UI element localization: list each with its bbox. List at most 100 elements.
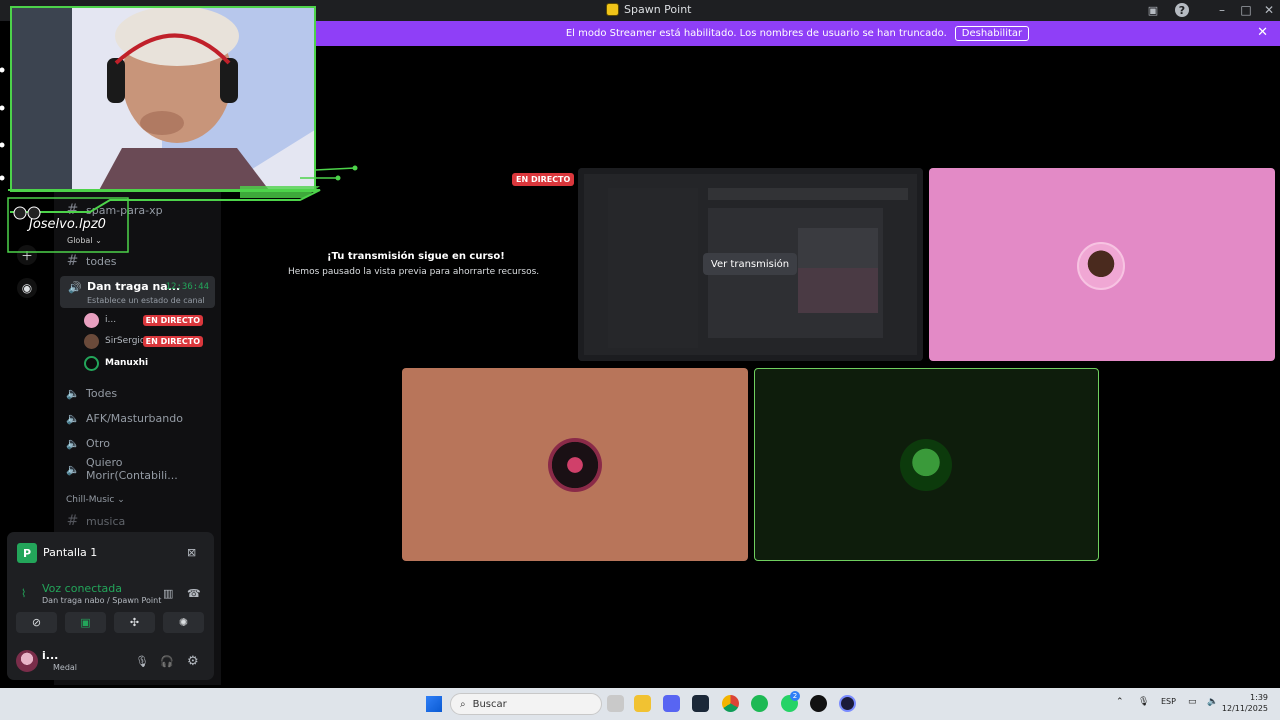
search-placeholder: Buscar: [472, 698, 507, 710]
avatar[interactable]: [16, 650, 38, 672]
taskbar: ⌕ Buscar 2 ⌃ 🎙 ESP ▭ 🔈 1:39 12/11/2025: [0, 688, 1280, 720]
camera-off-icon: ⊘: [31, 616, 42, 629]
system-clock[interactable]: 1:39 12/11/2025: [1222, 692, 1268, 714]
disconnect-icon[interactable]: ☎: [187, 587, 201, 600]
steam-icon[interactable]: [692, 695, 709, 712]
clock-time: 1:39: [1250, 693, 1268, 702]
live-badge: EN DIRECTO: [142, 314, 203, 326]
discover-icon[interactable]: ◉: [17, 278, 37, 298]
channel-label: Todes: [86, 386, 118, 400]
voice-channel-todes[interactable]: 🔈 Todes: [60, 381, 215, 405]
app-icon[interactable]: [839, 695, 856, 712]
live-badge: EN DIRECTO: [142, 335, 203, 347]
disable-streamer-button[interactable]: Deshabilitar: [954, 26, 1030, 41]
avatar: [84, 333, 99, 349]
paused-subtitle: Hemos pausado la vista previa para ahorr…: [288, 267, 540, 277]
task-view-icon[interactable]: [607, 695, 624, 712]
channel-label: Otro: [86, 436, 110, 450]
close-icon[interactable]: ✕: [1257, 25, 1268, 40]
participant-tile[interactable]: [929, 168, 1275, 361]
chevron-down-icon: ⌄: [117, 495, 125, 505]
avatar: [548, 438, 602, 492]
minimize-button[interactable]: –: [1212, 2, 1232, 19]
stop-stream-icon[interactable]: ⊠: [187, 546, 196, 559]
hash-icon: #: [66, 513, 79, 529]
microphone-icon[interactable]: 🎙: [1138, 697, 1149, 707]
help-icon[interactable]: ?: [1175, 3, 1189, 17]
discord-icon[interactable]: [663, 695, 680, 712]
voice-user-name: i...: [105, 315, 117, 325]
channel-label: Quiero Morir(Contabili...: [86, 456, 178, 482]
user-panel: P Pantalla 1 ⊠ ⌇ Voz conectada Dan traga…: [7, 532, 214, 680]
active-voice-channel[interactable]: 🔊 Dan traga na... 12:36:44 Establece un …: [60, 276, 215, 308]
voice-connected-label[interactable]: Voz conectada: [42, 582, 122, 595]
voice-user-name: Manuxhi: [105, 358, 149, 368]
chrome-icon[interactable]: [722, 695, 739, 712]
network-icon[interactable]: ▭: [1188, 697, 1197, 707]
user-subtext: Medal: [53, 663, 78, 672]
voice-channel-afk[interactable]: 🔈 AFK/Masturbando: [60, 406, 215, 430]
voice-user[interactable]: Manuxhi: [84, 354, 209, 372]
participant-tile[interactable]: [402, 368, 748, 561]
voice-user-name: SirSergio: [105, 336, 146, 346]
overlay-global[interactable]: Global ⌄: [67, 236, 102, 245]
clock-date: 12/11/2025: [1221, 704, 1268, 713]
voice-user[interactable]: i... EN DIRECTO: [84, 311, 209, 329]
speaker-icon: 🔈: [66, 411, 80, 425]
overlay-global-label: Global: [67, 236, 93, 245]
speaker-icon: 🔈: [66, 436, 80, 450]
taskbar-search[interactable]: ⌕ Buscar: [450, 693, 602, 715]
file-explorer-icon[interactable]: [634, 695, 651, 712]
avatar: [84, 355, 99, 371]
volume-icon[interactable]: 🔈: [1207, 697, 1218, 707]
live-badge: EN DIRECTO: [512, 173, 575, 186]
soundboard-icon: ✺: [178, 616, 189, 629]
soundboard-button[interactable]: ✺: [163, 612, 204, 633]
speaker-icon: 🔊: [68, 281, 82, 294]
speaker-icon: 🔈: [66, 386, 80, 400]
voice-channel-otro[interactable]: 🔈 Otro: [60, 431, 215, 455]
activities-icon: ✣: [129, 616, 140, 629]
screen-share-icon: ▣: [80, 616, 91, 629]
notification-badge: 2: [790, 691, 800, 701]
channel-label: musica: [86, 514, 126, 528]
voice-user[interactable]: SirSergio EN DIRECTO: [84, 332, 209, 350]
microphone-icon[interactable]: 🎙: [135, 655, 149, 668]
headphones-icon[interactable]: 🎧: [160, 655, 174, 668]
discord-window: Spawn Point ▣ ? – □ ✕ El modo Streamer e…: [0, 0, 1280, 720]
avatar: [1077, 242, 1125, 290]
screen-share-button[interactable]: ▣: [65, 612, 106, 633]
channel-label: AFK/Masturbando: [86, 411, 183, 425]
overlay-username: Joselvo.lpz0: [29, 217, 106, 232]
windows-start-icon[interactable]: [426, 696, 442, 712]
activities-button[interactable]: ✣: [114, 612, 155, 633]
window-title-text: Spawn Point: [624, 3, 692, 16]
username: i...: [42, 649, 59, 662]
avatar: [900, 439, 952, 491]
maximize-button[interactable]: □: [1236, 2, 1256, 19]
search-icon: ⌕: [460, 698, 466, 710]
channel-status[interactable]: Establece un estado de canal: [87, 296, 205, 305]
language-indicator[interactable]: ESP: [1161, 697, 1176, 706]
channel-musica[interactable]: # musica: [60, 509, 215, 533]
voice-path: Dan traga nabo / Spawn Point: [42, 596, 162, 605]
voice-channel-quiero-morir[interactable]: 🔈 Quiero Morir(Contabili...: [60, 456, 215, 482]
screen-label: Pantalla 1: [43, 546, 98, 559]
spotify-icon[interactable]: [751, 695, 768, 712]
app-icon[interactable]: [810, 695, 827, 712]
signal-icon[interactable]: ⌇: [21, 587, 26, 600]
gear-icon[interactable]: ⚙: [187, 654, 199, 669]
window-title: Spawn Point: [606, 3, 691, 16]
participant-tile[interactable]: [754, 368, 1099, 561]
streamer-mode-banner: El modo Streamer está habilitado. Los no…: [315, 21, 1280, 46]
camera-button[interactable]: ⊘: [16, 612, 57, 633]
speaker-icon: 🔈: [66, 462, 80, 476]
category-chill-music[interactable]: Chill-Music ⌄: [66, 495, 125, 505]
noise-suppression-icon[interactable]: ▥: [163, 587, 173, 600]
voice-timer: 12:36:44: [165, 282, 209, 292]
close-window-button[interactable]: ✕: [1259, 2, 1279, 19]
screen-share-icon: P: [17, 543, 37, 563]
chevron-up-icon[interactable]: ⌃: [1116, 697, 1124, 707]
inbox-icon[interactable]: ▣: [1145, 3, 1161, 18]
view-stream-button[interactable]: Ver transmisión: [703, 253, 797, 275]
